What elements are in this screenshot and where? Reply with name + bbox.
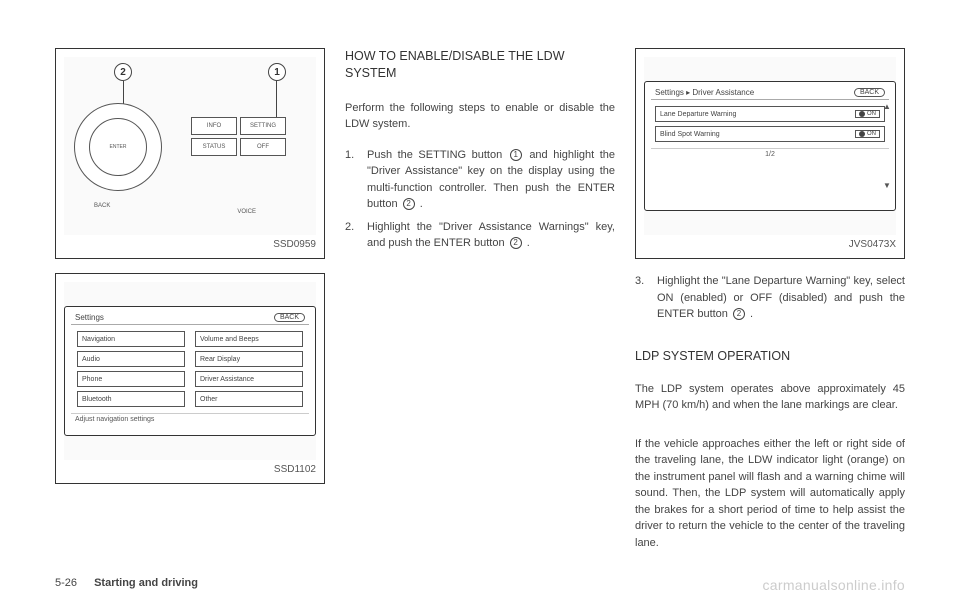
figure-label-3: JVS0473X bbox=[644, 239, 896, 250]
row-label: Lane Departure Warning bbox=[660, 111, 736, 118]
circled-1-icon: 1 bbox=[510, 149, 522, 161]
circled-2-icon: 2 bbox=[733, 308, 745, 320]
back-pill: BACK bbox=[854, 88, 885, 97]
step-2: 2. Highlight the "Driver Assistance Warn… bbox=[345, 219, 615, 252]
settings-title: Settings bbox=[75, 313, 104, 322]
driver-assistance-screen: Settings ▸ Driver Assistance BACK Lane D… bbox=[644, 81, 896, 211]
settings-hint: Adjust navigation settings bbox=[71, 413, 309, 425]
heading-enable-disable: HOW TO ENABLE/DISABLE THE LDW SYSTEM bbox=[345, 48, 615, 82]
callout-1: 1 bbox=[268, 63, 286, 81]
step2-text-b: . bbox=[527, 237, 530, 249]
settings-screen: Settings BACK Navigation Volume and Beep… bbox=[64, 306, 316, 436]
opt-driver-assistance: Driver Assistance bbox=[195, 371, 303, 387]
figure-driver-assistance: Settings ▸ Driver Assistance BACK Lane D… bbox=[635, 48, 905, 259]
back-label: BACK bbox=[94, 203, 110, 209]
opt-phone: Phone bbox=[77, 371, 185, 387]
ldp-p1: The LDP system operates above approximat… bbox=[635, 381, 905, 414]
figure-settings: Settings BACK Navigation Volume and Beep… bbox=[55, 273, 325, 484]
watermark: carmanualsonline.info bbox=[763, 577, 906, 593]
intro-text: Perform the following steps to enable or… bbox=[345, 100, 615, 133]
page-number: 5-26 bbox=[55, 577, 77, 589]
console-buttons: INFO SETTING STATUS OFF bbox=[191, 117, 286, 156]
btn-setting: SETTING bbox=[240, 117, 286, 135]
step-3: 3. Highlight the "Lane Departure Warning… bbox=[635, 273, 905, 323]
step1-text-c: . bbox=[420, 198, 423, 210]
figure-label-1: SSD0959 bbox=[64, 239, 316, 250]
btn-status: STATUS bbox=[191, 138, 237, 156]
circled-2-icon: 2 bbox=[403, 198, 415, 210]
figure-label-2: SSD1102 bbox=[64, 464, 316, 475]
step2-num: 2. bbox=[345, 219, 359, 252]
opt-rear: Rear Display bbox=[195, 351, 303, 367]
step3-text-a: Highlight the "Lane Departure Warning" k… bbox=[657, 275, 905, 320]
scroll-arrows: ▲ ▼ bbox=[881, 102, 893, 190]
ldp-p2: If the vehicle approaches either the lef… bbox=[635, 436, 905, 552]
step-1: 1. Push the SETTING button 1 and highlig… bbox=[345, 147, 615, 213]
chevron-up-icon: ▲ bbox=[883, 102, 891, 111]
figure-console: 2 1 ENTER INFO SETTING STATUS OFF BACK V… bbox=[55, 48, 325, 259]
voice-label: VOICE bbox=[237, 209, 256, 215]
page-indicator: 1/2 bbox=[651, 148, 889, 160]
console-illustration: 2 1 ENTER INFO SETTING STATUS OFF BACK V… bbox=[64, 57, 316, 235]
step1-num: 1. bbox=[345, 147, 359, 213]
circled-2-icon: 2 bbox=[510, 237, 522, 249]
opt-navigation: Navigation bbox=[77, 331, 185, 347]
btn-off: OFF bbox=[240, 138, 286, 156]
callout-2: 2 bbox=[114, 63, 132, 81]
section-title: Starting and driving bbox=[94, 577, 198, 589]
toggle-on: ON bbox=[855, 110, 880, 118]
opt-bluetooth: Bluetooth bbox=[77, 391, 185, 407]
crumb: Settings ▸ Driver Assistance bbox=[655, 88, 754, 97]
opt-volume: Volume and Beeps bbox=[195, 331, 303, 347]
chevron-down-icon: ▼ bbox=[883, 181, 891, 190]
step3-text-b: . bbox=[750, 308, 753, 320]
heading-ldp-operation: LDP SYSTEM OPERATION bbox=[635, 349, 905, 363]
step2-text-a: Highlight the "Driver Assistance Warning… bbox=[367, 221, 615, 250]
leadline-1 bbox=[276, 81, 277, 121]
row-label: Blind Spot Warning bbox=[660, 131, 720, 138]
opt-audio: Audio bbox=[77, 351, 185, 367]
enter-label: ENTER bbox=[89, 118, 147, 176]
step3-num: 3. bbox=[635, 273, 649, 323]
back-pill: BACK bbox=[274, 313, 305, 322]
btn-info: INFO bbox=[191, 117, 237, 135]
step1-text-a: Push the SETTING button bbox=[367, 149, 502, 161]
toggle-on: ON bbox=[855, 130, 880, 138]
controller-dial: ENTER bbox=[74, 103, 162, 191]
row-blind-spot: Blind Spot Warning ON bbox=[655, 126, 885, 142]
row-lane-departure: Lane Departure Warning ON bbox=[655, 106, 885, 122]
page-footer: 5-26 Starting and driving bbox=[55, 577, 198, 589]
opt-other: Other bbox=[195, 391, 303, 407]
